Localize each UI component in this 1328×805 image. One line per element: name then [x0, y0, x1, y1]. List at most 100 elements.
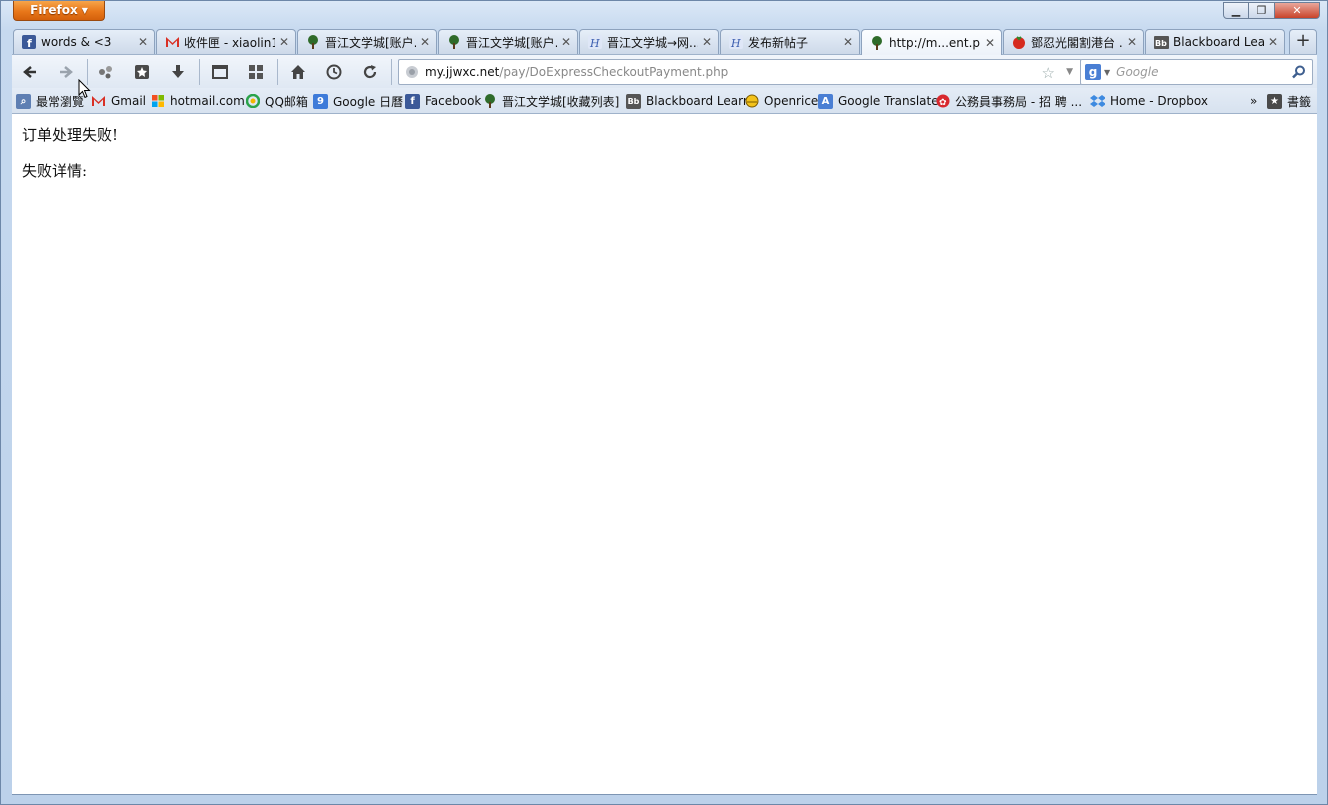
- bookmark-label: 公務員事務局 - 招 聘 ...: [955, 94, 1083, 109]
- close-icon[interactable]: ✕: [1268, 35, 1278, 49]
- home-icon: [291, 65, 305, 79]
- history-button[interactable]: [322, 61, 346, 83]
- bookmarks-overflow-button[interactable]: »: [1250, 93, 1257, 109]
- window-button[interactable]: [208, 61, 232, 83]
- bookmarks-toolbar: ⌕ 最常瀏覽 Gmail hotmail.com QQ邮箱 9 Google 日…: [12, 88, 1317, 114]
- bookmark-label: QQ邮箱: [265, 94, 308, 109]
- chevron-down-icon[interactable]: ▼: [1104, 68, 1110, 77]
- bookmarks-button[interactable]: [130, 61, 154, 83]
- star-icon[interactable]: ☆: [1042, 64, 1055, 82]
- home-button[interactable]: [286, 61, 310, 83]
- bookmark-dropbox[interactable]: Home - Dropbox: [1090, 93, 1208, 109]
- downloads-button[interactable]: [166, 61, 190, 83]
- tab-new-post[interactable]: H 发布新帖子 ✕: [720, 29, 860, 54]
- address-bar[interactable]: my.jjwxc.net/pay/DoExpressCheckoutPaymen…: [398, 59, 1082, 85]
- close-icon[interactable]: ✕: [702, 35, 712, 49]
- svg-text:Bb: Bb: [1155, 39, 1167, 48]
- google-translate-icon: A: [818, 93, 833, 109]
- sync-button[interactable]: [94, 61, 118, 83]
- tab-label: http://m...ent.php: [889, 35, 981, 50]
- google-search-engine-icon[interactable]: g: [1085, 64, 1101, 80]
- jjwxc-forum-icon: H: [587, 34, 603, 50]
- failure-details-label: 失败详情:: [22, 162, 88, 180]
- jjwxc-icon: [482, 94, 497, 109]
- sync-icon: [99, 66, 112, 79]
- close-icon[interactable]: ✕: [843, 35, 853, 49]
- windows-icon: [150, 94, 165, 109]
- bookmark-label: Google Translate: [838, 94, 939, 108]
- tab-jjwxc-account-1[interactable]: 晋江文学城[账户... ✕: [297, 29, 437, 54]
- tab-label: Blackboard Learn: [1173, 35, 1264, 49]
- url-path: /pay/DoExpressCheckoutPayment.php: [499, 65, 729, 79]
- url-host: my.jjwxc.net: [425, 65, 500, 79]
- download-arrow-icon: [172, 65, 184, 78]
- bookmark-qq-mail[interactable]: QQ邮箱: [245, 93, 308, 109]
- url-text: my.jjwxc.net/pay/DoExpressCheckoutPaymen…: [425, 65, 728, 79]
- bookmark-google-translate[interactable]: A Google Translate: [818, 93, 939, 109]
- chevron-down-icon[interactable]: ▼: [1066, 67, 1073, 77]
- bookmark-label: 晋江文学城[收藏列表]: [502, 94, 620, 109]
- close-icon[interactable]: ✕: [1127, 35, 1137, 49]
- tab-strip: f words & <3 ✕ 收件匣 - xiaolin1... ✕ 晋江文学城…: [13, 29, 1317, 55]
- bookmark-label: Google 日曆: [333, 94, 404, 109]
- bookmark-google-calendar[interactable]: 9 Google 日曆: [313, 93, 403, 109]
- close-window-button[interactable]: ✕: [1275, 2, 1320, 19]
- firefox-menu-button[interactable]: Firefox ▼: [13, 1, 105, 21]
- bookmark-facebook[interactable]: f Facebook: [405, 93, 481, 109]
- svg-text:H: H: [730, 37, 741, 50]
- minimize-button[interactable]: ▁: [1223, 2, 1249, 19]
- bookmark-label: hotmail.com: [170, 94, 245, 108]
- bookmark-hk-civil-service[interactable]: ✿ 公務員事務局 - 招 聘 ...: [935, 93, 1082, 109]
- close-icon[interactable]: ✕: [138, 35, 148, 49]
- tab-jjwxc-account-2[interactable]: 晋江文学城[账户... ✕: [438, 29, 578, 54]
- mouse-cursor-icon: [78, 79, 91, 99]
- window-icon: [212, 65, 228, 79]
- forward-button[interactable]: [54, 61, 78, 83]
- search-bar[interactable]: g ▼ Google: [1080, 59, 1313, 85]
- bookmark-label: Facebook: [425, 94, 482, 108]
- reload-button[interactable]: [358, 61, 382, 83]
- tab-jjwxc-forum[interactable]: H 晋江文学城→网... ✕: [579, 29, 719, 54]
- tab-blackboard[interactable]: Bb Blackboard Learn ✕: [1145, 29, 1285, 54]
- toolbar-separator: [277, 59, 278, 85]
- jjwxc-icon: [446, 34, 462, 50]
- tab-gmail[interactable]: 收件匣 - xiaolin1... ✕: [156, 29, 296, 54]
- new-tab-button[interactable]: +: [1289, 29, 1317, 54]
- tab-active-payment[interactable]: http://m...ent.php ✕: [861, 29, 1002, 55]
- bookmark-hotmail[interactable]: hotmail.com: [150, 93, 245, 109]
- search-icon[interactable]: [1292, 65, 1306, 79]
- tab-label: 收件匣 - xiaolin1...: [184, 35, 275, 50]
- close-icon[interactable]: ✕: [985, 36, 995, 50]
- bookmark-openrice[interactable]: Openrice: [744, 93, 818, 109]
- firefox-menu-label: Firefox: [30, 3, 78, 17]
- tab-hk-news[interactable]: 鄧忍光閣割港台 ... ✕: [1003, 29, 1144, 54]
- maximize-button[interactable]: ❐: [1249, 2, 1275, 19]
- tab-groups-icon: [249, 65, 263, 79]
- facebook-icon: f: [405, 93, 420, 109]
- browser-window: Firefox ▼ ▁ ❐ ✕ f words & <3 ✕ 收件匣 - xiao…: [0, 0, 1328, 805]
- blackboard-icon: Bb: [626, 93, 641, 109]
- bookmark-blackboard[interactable]: Bb Blackboard Learn: [626, 93, 750, 109]
- jjwxc-icon: [869, 35, 885, 51]
- window-caption-buttons: ▁ ❐ ✕: [1223, 2, 1320, 19]
- close-icon[interactable]: ✕: [279, 35, 289, 49]
- bookmarks-menu-button[interactable]: ★ 書籤: [1267, 93, 1311, 109]
- navigation-toolbar: my.jjwxc.net/pay/DoExpressCheckoutPaymen…: [12, 54, 1317, 88]
- openrice-icon: [744, 94, 759, 109]
- bookmark-label: Openrice: [764, 94, 819, 108]
- tab-label: words & <3: [41, 35, 112, 49]
- tab-groups-button[interactable]: [244, 61, 268, 83]
- reload-icon: [363, 65, 377, 79]
- close-icon[interactable]: ✕: [420, 35, 430, 49]
- hk-gov-icon: ✿: [935, 94, 950, 109]
- tab-facebook[interactable]: f words & <3 ✕: [13, 29, 155, 54]
- order-failed-message: 订单处理失败!: [22, 126, 119, 144]
- facebook-icon: f: [21, 34, 37, 50]
- close-icon[interactable]: ✕: [561, 35, 571, 49]
- bookmark-gmail[interactable]: Gmail: [91, 93, 146, 109]
- most-visited-icon: ⌕: [16, 93, 31, 109]
- clock-icon: [326, 64, 342, 80]
- bookmark-most-visited[interactable]: ⌕ 最常瀏覽: [16, 93, 84, 109]
- back-button[interactable]: [18, 61, 42, 83]
- bookmark-jjwxc[interactable]: 晋江文学城[收藏列表]: [482, 93, 619, 109]
